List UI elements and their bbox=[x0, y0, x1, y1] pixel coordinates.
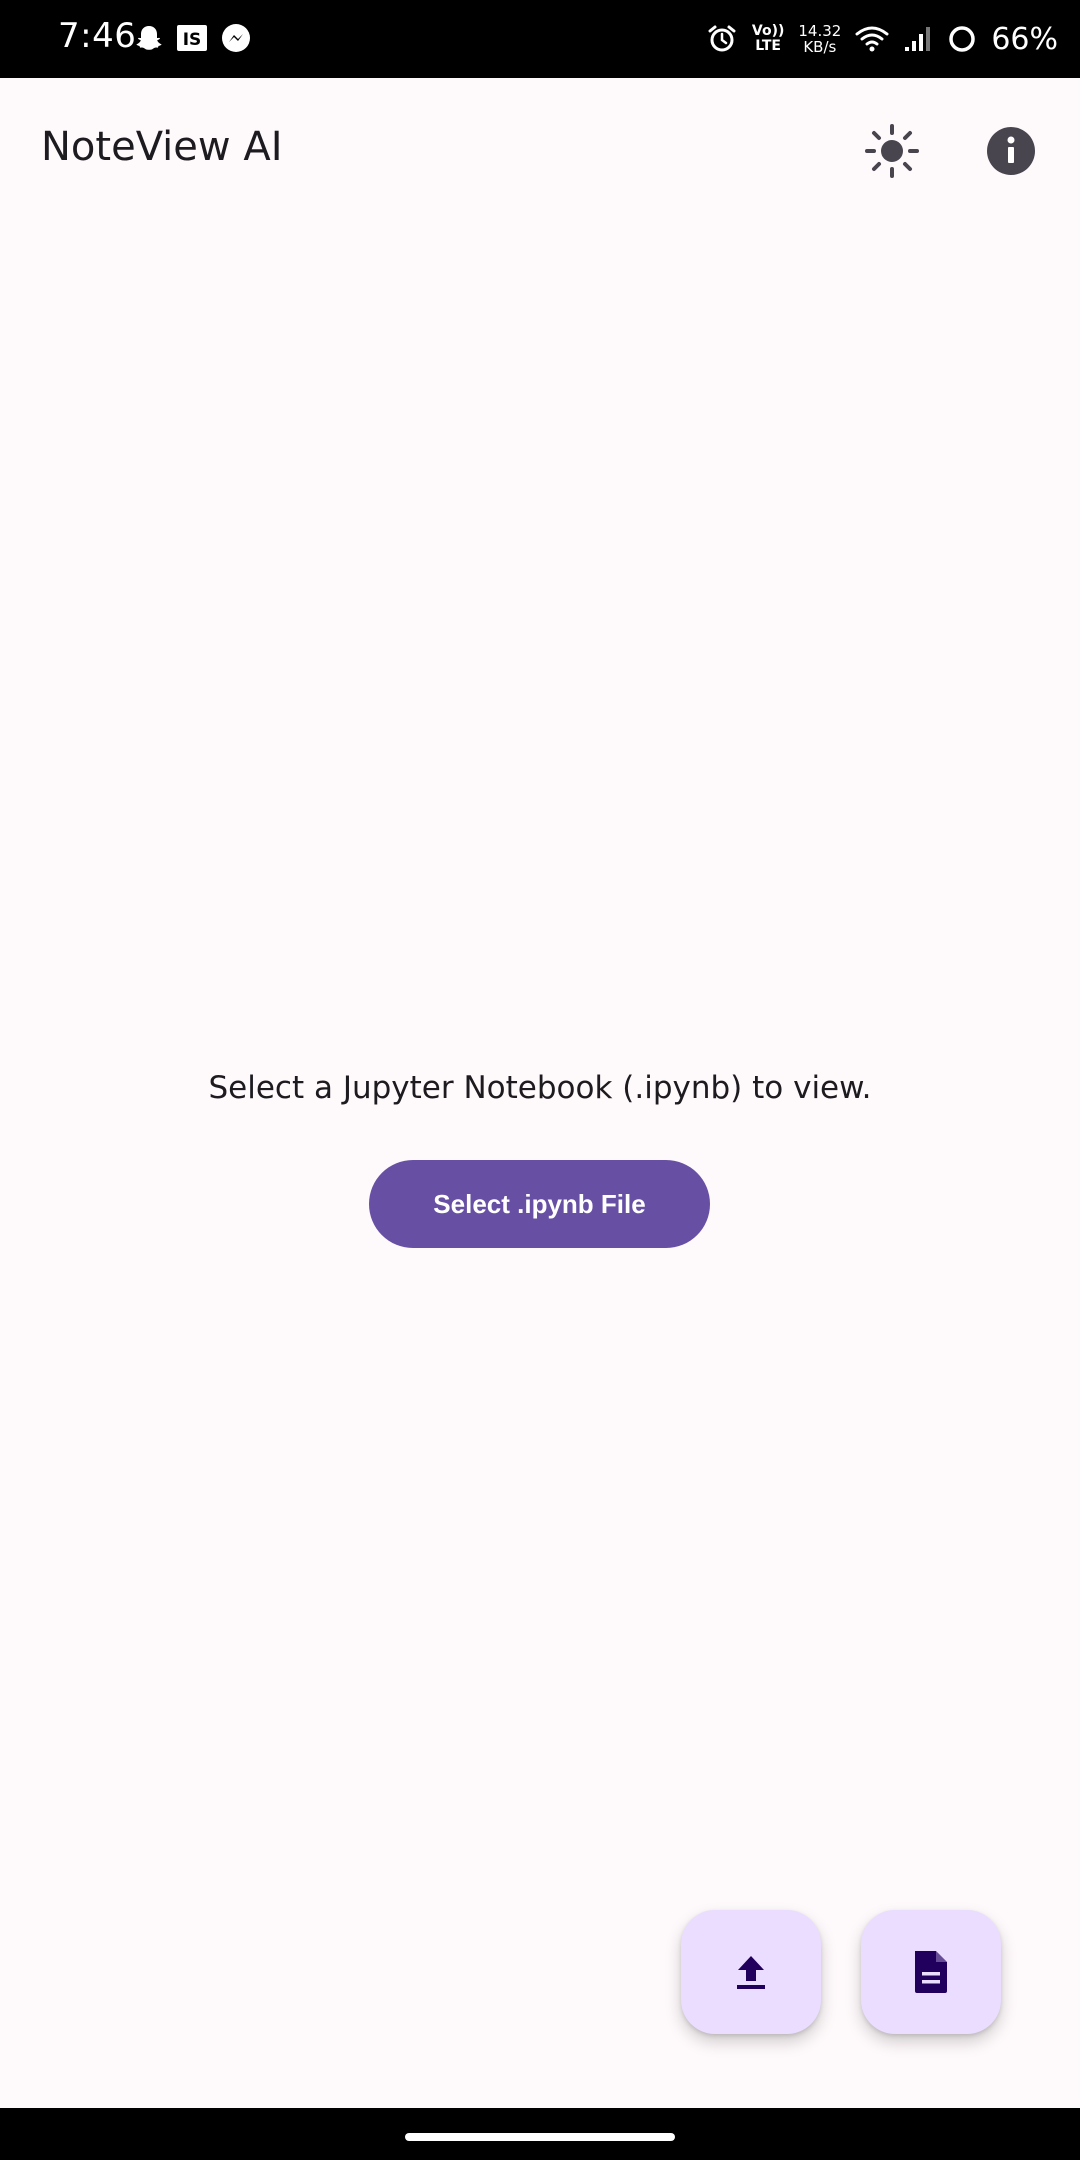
is-app-icon: IS bbox=[176, 23, 208, 53]
status-bar: 7:46 IS Vo)) LTE 14.32 KB/s 66% bbox=[0, 0, 1080, 78]
battery-ring-icon bbox=[947, 24, 977, 54]
status-left-icons: IS bbox=[134, 18, 252, 58]
app-title: NoteView AI bbox=[41, 124, 283, 170]
theme-toggle-button[interactable] bbox=[857, 116, 927, 186]
status-right-icons: Vo)) LTE 14.32 KB/s 66% bbox=[706, 12, 1058, 66]
is-app-label: IS bbox=[183, 30, 202, 50]
volte-top: Vo)) bbox=[751, 23, 785, 39]
signal-icon bbox=[903, 25, 933, 53]
select-ipynb-button[interactable]: Select .ipynb File bbox=[369, 1160, 710, 1248]
upload-fab[interactable] bbox=[681, 1910, 821, 2034]
document-fab[interactable] bbox=[861, 1910, 1001, 2034]
network-speed-unit: KB/s bbox=[803, 38, 837, 56]
gesture-handle[interactable] bbox=[405, 2133, 675, 2141]
wifi-icon bbox=[855, 24, 889, 54]
brightness-icon bbox=[865, 124, 919, 178]
messenger-icon bbox=[220, 22, 252, 54]
battery-percentage: 66% bbox=[991, 21, 1058, 57]
system-nav-bar bbox=[0, 2108, 1080, 2160]
info-button[interactable] bbox=[976, 116, 1046, 186]
volte-indicator: Vo)) LTE bbox=[752, 24, 784, 54]
app-bar: NoteView AI bbox=[0, 78, 1080, 220]
alarm-icon bbox=[706, 23, 738, 55]
volte-bottom: LTE bbox=[755, 38, 781, 54]
status-time: 7:46 bbox=[58, 16, 137, 56]
network-speed: 14.32 KB/s bbox=[798, 23, 841, 55]
screen: 7:46 IS Vo)) LTE 14.32 KB/s 66% NoteView… bbox=[0, 0, 1080, 2160]
network-speed-value: 14.32 bbox=[798, 22, 842, 40]
empty-state-prompt: Select a Jupyter Notebook (.ipynb) to vi… bbox=[208, 1070, 872, 1106]
snapchat-icon bbox=[134, 23, 164, 53]
upload-icon bbox=[737, 1956, 765, 1989]
info-icon bbox=[987, 127, 1035, 175]
document-icon bbox=[915, 1951, 947, 1993]
